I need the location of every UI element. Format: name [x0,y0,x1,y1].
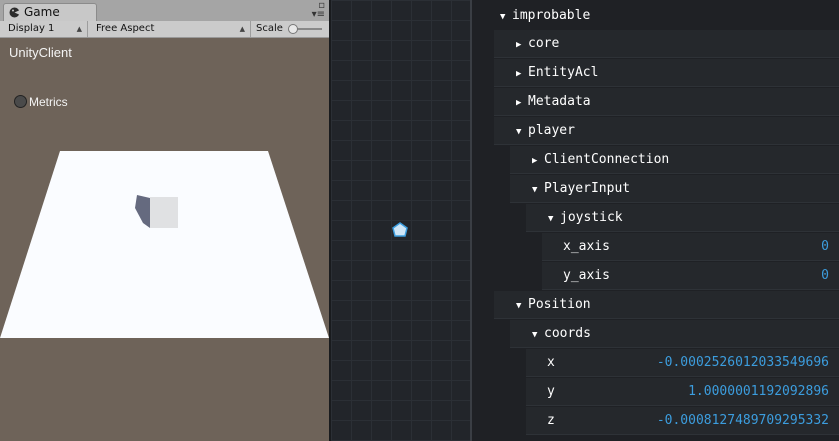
tree-node-entityacl[interactable]: ▶ EntityAcl [494,59,839,87]
tree-leaf-y[interactable]: y 1.0000001192092896 [526,378,839,406]
expanded-arrow-icon: ▼ [516,301,522,311]
tree-node-label: EntityAcl [528,65,599,80]
tree-node-label: PlayerInput [544,181,631,196]
tree-node-core[interactable]: ▶ core [494,30,839,58]
game-panel: Game ▫ ▾≡ Display 1 ▲ Free Aspect ▲ Scal… [0,0,329,441]
background-floor [0,338,329,441]
field-name: z [547,413,555,428]
game-tab[interactable]: Game [3,3,97,21]
expanded-arrow-icon: ▼ [516,127,522,137]
field-name: x [547,355,555,370]
field-value: 1.0000001192092896 [688,384,829,399]
tree-node-label: Position [528,297,591,312]
aspect-dropdown[interactable]: Free Aspect ▲ [88,21,251,37]
tree-node-coords[interactable]: ▼ coords [510,320,839,348]
expanded-arrow-icon: ▼ [500,12,506,22]
expanded-arrow-icon: ▼ [548,214,554,224]
radio-icon [14,95,27,108]
tree-node-label: improbable [512,8,591,23]
ground-plane [0,151,329,338]
tree-node-label: ClientConnection [544,152,670,167]
tree-node-playerinput[interactable]: ▼ PlayerInput [510,175,839,203]
tree-node-label: core [528,36,560,51]
scale-label: Scale [256,23,283,34]
dropdown-arrows-icon: ▲ [239,25,245,33]
tree-node-player[interactable]: ▼ player [494,117,839,145]
tab-menu-icon[interactable]: ▾≡ [312,10,325,20]
tree-node-clientconnection[interactable]: ▶ ClientConnection [510,146,839,174]
metrics-toggle[interactable]: Metrics [14,95,68,109]
display-dropdown[interactable]: Display 1 ▲ [0,21,88,37]
collapsed-arrow-icon: ▶ [532,156,538,166]
tree-node-label: joystick [560,210,623,225]
field-value: -0.0002526012033549696 [656,355,829,370]
field-value: 0 [821,239,829,254]
game-tab-bar: Game ▫ ▾≡ [0,0,329,22]
scale-slider-knob[interactable] [288,24,298,34]
game-tab-label: Game [24,5,60,19]
expanded-arrow-icon: ▼ [532,330,538,340]
game-viewport[interactable]: UnityClient Metrics [0,38,329,441]
tree-leaf-y-axis[interactable]: y_axis 0 [542,262,839,290]
tree-node-joystick[interactable]: ▼ joystick [526,204,839,232]
entity-inspector: ▼ improbable ▶ core ▶ EntityAcl ▶ Metadata ▼… [472,0,839,441]
tree-leaf-x-axis[interactable]: x_axis 0 [542,233,839,261]
collapsed-arrow-icon: ▶ [516,98,522,108]
entity-node-icon[interactable] [392,222,408,238]
tree-node-label: player [528,123,575,138]
field-value: 0 [821,268,829,283]
collapsed-arrow-icon: ▶ [516,40,522,50]
tree-node-metadata[interactable]: ▶ Metadata [494,88,839,116]
tree-node-improbable[interactable]: ▼ improbable [500,2,590,30]
field-name: y_axis [563,268,610,283]
expanded-arrow-icon: ▼ [532,185,538,195]
tree-node-position[interactable]: ▼ Position [494,291,839,319]
tree-node-label: coords [544,326,591,341]
dropdown-arrows-icon: ▲ [76,25,82,33]
field-name: x_axis [563,239,610,254]
metrics-label: Metrics [29,95,68,109]
aspect-dropdown-label: Free Aspect [96,23,155,34]
entity-graph[interactable] [329,0,472,441]
collapsed-arrow-icon: ▶ [516,69,522,79]
display-dropdown-label: Display 1 [8,23,55,34]
field-value: -0.0008127489709295332 [656,413,829,428]
game-toolbar: Display 1 ▲ Free Aspect ▲ Scale [0,21,329,38]
tree-leaf-x[interactable]: x -0.0002526012033549696 [526,349,839,377]
unity-client-label: UnityClient [9,45,72,60]
tree-leaf-z[interactable]: z -0.0008127489709295332 [526,407,839,435]
player-cube [150,197,178,228]
tree-node-label: Metadata [528,94,591,109]
game-controller-icon [9,7,20,18]
field-name: y [547,384,555,399]
